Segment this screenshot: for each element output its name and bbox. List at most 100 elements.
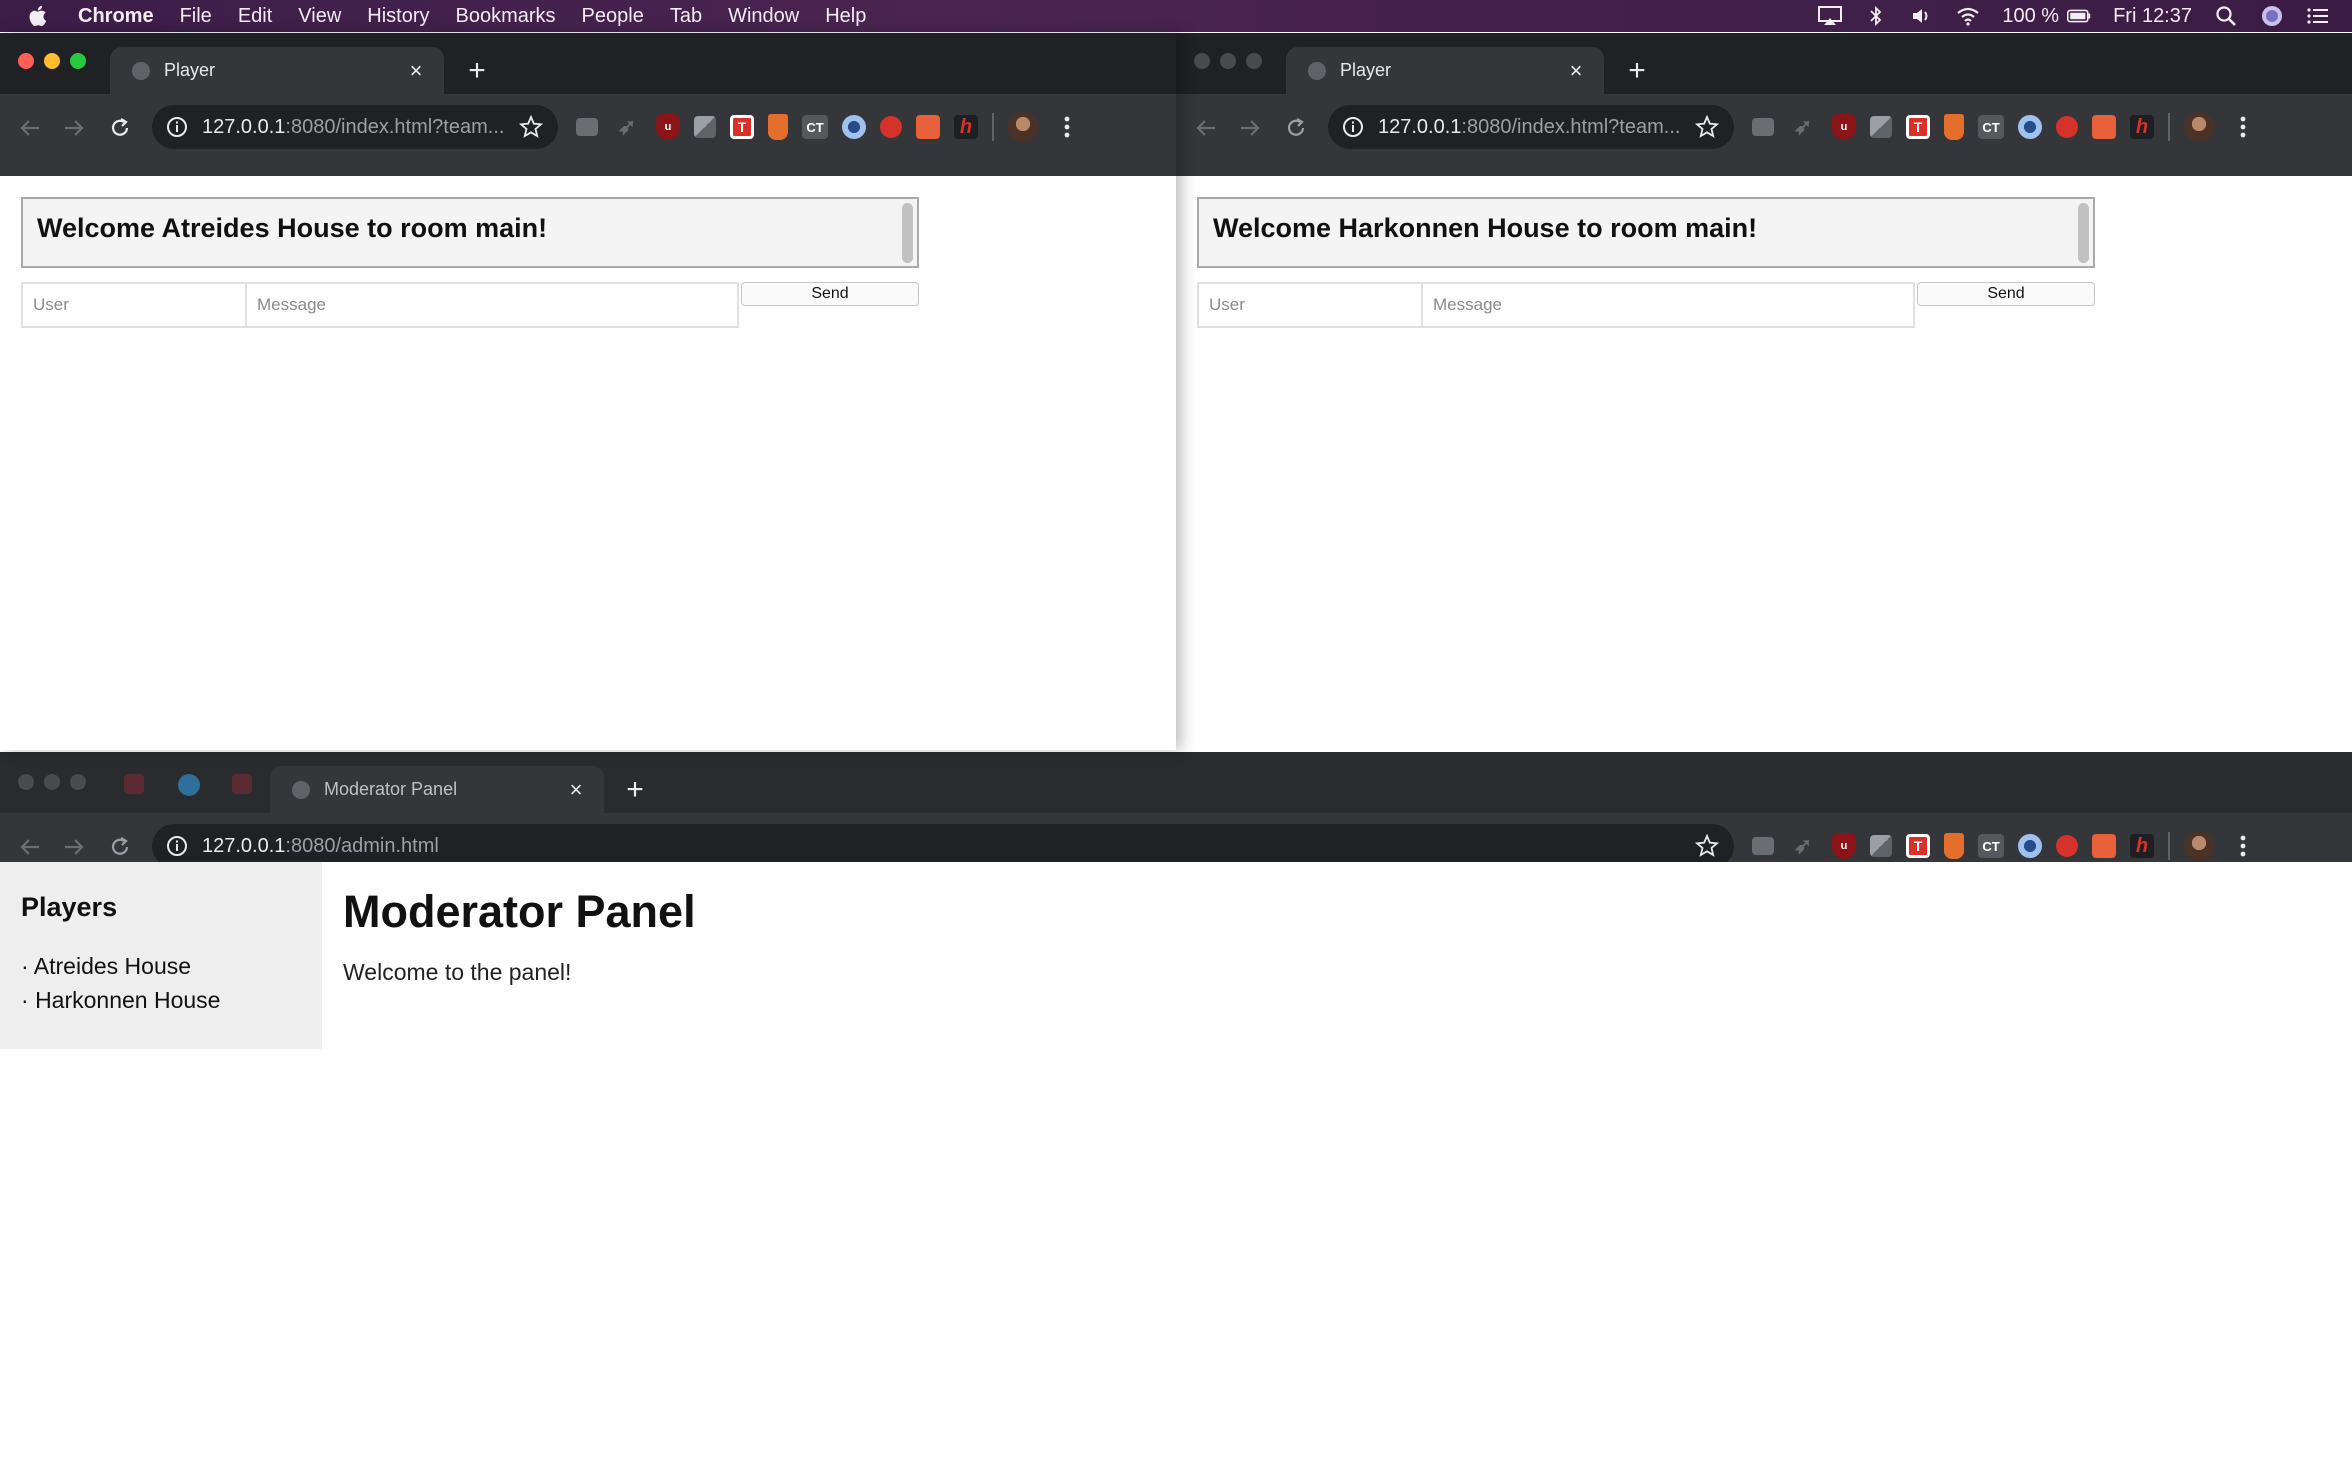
bluetooth-icon[interactable] (1864, 5, 1888, 27)
slash-ext-icon[interactable] (1870, 835, 1892, 857)
h-ext-icon[interactable]: h (954, 115, 978, 139)
ublock-ext-icon[interactable]: u (656, 114, 680, 140)
info-icon[interactable] (166, 116, 188, 138)
new-tab-button[interactable]: + (1620, 54, 1654, 88)
slash-ext-icon[interactable] (1870, 116, 1892, 138)
back-button[interactable] (14, 831, 46, 863)
chrome-menu-icon[interactable] (2228, 831, 2258, 861)
menu-history[interactable]: History (367, 5, 429, 28)
tab-player[interactable]: Player × (1286, 47, 1604, 94)
circle-ext-icon[interactable] (2018, 115, 2042, 139)
pinned-tab-icon[interactable] (124, 774, 144, 794)
user-input[interactable]: User (21, 282, 247, 328)
briefcase-ext-icon[interactable] (576, 118, 598, 136)
profile-avatar[interactable] (2184, 831, 2214, 861)
close-dot[interactable] (1194, 53, 1210, 69)
rocket-ext-icon[interactable]: ➶ (1788, 112, 1818, 142)
t-ext-icon[interactable]: T (730, 115, 754, 139)
minimize-dot[interactable] (44, 774, 60, 790)
minimize-dot[interactable] (44, 53, 60, 69)
reload-button[interactable] (104, 112, 136, 144)
url-text[interactable]: 127.0.0.1:8080/index.html?team... (1378, 116, 1694, 139)
maximize-dot[interactable] (70, 774, 86, 790)
profile-avatar[interactable] (1008, 112, 1038, 142)
clock[interactable]: Fri 12:37 (2113, 5, 2192, 28)
message-input[interactable]: Message (245, 282, 739, 328)
red-ball-ext-icon[interactable] (880, 116, 902, 138)
slash-ext-icon[interactable] (694, 116, 716, 138)
forward-button[interactable] (58, 112, 90, 144)
ublock-ext-icon[interactable]: u (1832, 833, 1856, 859)
pinned-tab-icon[interactable] (232, 774, 252, 794)
briefcase-ext-icon[interactable] (1752, 837, 1774, 855)
wifi-icon[interactable] (1956, 5, 1980, 27)
forward-button[interactable] (1234, 112, 1266, 144)
menu-edit[interactable]: Edit (238, 5, 272, 28)
ct-ext-icon[interactable]: CT (1978, 834, 2004, 858)
cup-ext-icon[interactable] (768, 114, 788, 140)
close-tab-icon[interactable]: × (562, 776, 590, 804)
calendar-ext-icon[interactable] (916, 115, 940, 139)
info-icon[interactable] (166, 835, 188, 857)
maximize-dot[interactable] (1246, 53, 1262, 69)
h-ext-icon[interactable]: h (2130, 115, 2154, 139)
chat-scrollbar[interactable] (2078, 203, 2089, 263)
tab-moderator-panel[interactable]: Moderator Panel × (270, 766, 604, 813)
calendar-ext-icon[interactable] (2092, 834, 2116, 858)
message-input[interactable]: Message (1421, 282, 1915, 328)
rocket-ext-icon[interactable]: ➶ (1788, 831, 1818, 861)
ublock-ext-icon[interactable]: u (1832, 114, 1856, 140)
circle-ext-icon[interactable] (842, 115, 866, 139)
siri-icon[interactable] (2260, 5, 2284, 27)
close-tab-icon[interactable]: × (1562, 57, 1590, 85)
spotlight-icon[interactable] (2214, 5, 2238, 27)
back-button[interactable] (14, 112, 46, 144)
reload-button[interactable] (104, 831, 136, 863)
menu-people[interactable]: People (582, 5, 644, 28)
new-tab-button[interactable]: + (460, 54, 494, 88)
red-ball-ext-icon[interactable] (2056, 116, 2078, 138)
close-tab-icon[interactable]: × (402, 57, 430, 85)
briefcase-ext-icon[interactable] (1752, 118, 1774, 136)
info-icon[interactable] (1342, 116, 1364, 138)
url-text[interactable]: 127.0.0.1:8080/index.html?team... (202, 116, 518, 139)
t-ext-icon[interactable]: T (1906, 115, 1930, 139)
forward-button[interactable] (58, 831, 90, 863)
chrome-menu-icon[interactable] (2228, 112, 2258, 142)
user-input[interactable]: User (1197, 282, 1423, 328)
ct-ext-icon[interactable]: CT (802, 115, 828, 139)
pinned-tab-icon[interactable] (178, 774, 200, 796)
back-button[interactable] (1190, 112, 1222, 144)
reload-button[interactable] (1280, 112, 1312, 144)
rocket-ext-icon[interactable]: ➶ (612, 112, 642, 142)
maximize-dot[interactable] (70, 53, 86, 69)
chat-scrollbar[interactable] (902, 203, 913, 263)
airplay-icon[interactable] (1818, 5, 1843, 27)
menu-window[interactable]: Window (728, 5, 799, 28)
h-ext-icon[interactable]: h (2130, 834, 2154, 858)
t-ext-icon[interactable]: T (1906, 834, 1930, 858)
bookmark-star-icon[interactable] (1694, 833, 1720, 859)
bookmark-star-icon[interactable] (518, 114, 544, 140)
profile-avatar[interactable] (2184, 112, 2214, 142)
menu-help[interactable]: Help (825, 5, 866, 28)
cup-ext-icon[interactable] (1944, 114, 1964, 140)
calendar-ext-icon[interactable] (2092, 115, 2116, 139)
bookmark-star-icon[interactable] (1694, 114, 1720, 140)
ct-ext-icon[interactable]: CT (1978, 115, 2004, 139)
menu-app-name[interactable]: Chrome (78, 5, 154, 28)
close-dot[interactable] (18, 774, 34, 790)
minimize-dot[interactable] (1220, 53, 1236, 69)
close-dot[interactable] (18, 53, 34, 69)
new-tab-button[interactable]: + (618, 773, 652, 807)
battery-icon[interactable] (2067, 5, 2091, 27)
address-bar[interactable]: 127.0.0.1:8080/index.html?team... (1328, 105, 1734, 149)
send-button[interactable]: Send (741, 282, 919, 306)
apple-menu-icon[interactable] (28, 4, 52, 28)
menu-tab[interactable]: Tab (670, 5, 702, 28)
menu-view[interactable]: View (298, 5, 341, 28)
url-text[interactable]: 127.0.0.1:8080/admin.html (202, 835, 1694, 858)
notification-center-icon[interactable] (2306, 5, 2330, 27)
chrome-menu-icon[interactable] (1052, 112, 1082, 142)
menu-bookmarks[interactable]: Bookmarks (456, 5, 556, 28)
